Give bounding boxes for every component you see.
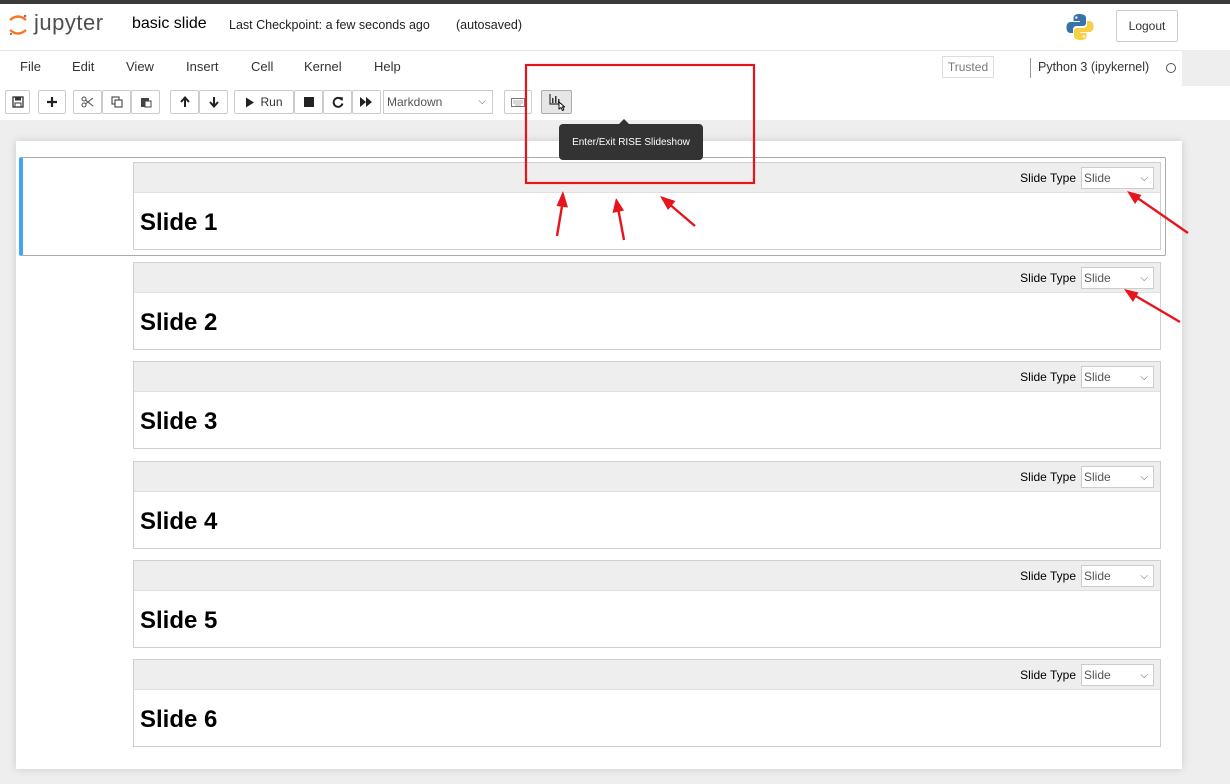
slide-type-select[interactable]: Slide ⌵	[1081, 664, 1154, 686]
cell-heading: Slide 3	[140, 408, 218, 435]
move-up-button[interactable]	[170, 90, 199, 114]
menu-help[interactable]: Help	[374, 59, 401, 74]
slide-type-label: Slide Type	[1020, 668, 1076, 682]
bar-chart-icon	[548, 94, 565, 111]
slide-type-label: Slide Type	[1020, 569, 1076, 583]
scissors-icon	[81, 96, 94, 108]
run-label: Run	[260, 95, 283, 109]
paste-button[interactable]	[131, 90, 160, 114]
chevron-down-icon: ⌵	[478, 96, 486, 107]
cell-type-value: Markdown	[387, 95, 443, 109]
command-palette-button[interactable]	[504, 90, 532, 114]
menu-kernel[interactable]: Kernel	[304, 59, 342, 74]
notebook-name[interactable]: basic slide	[132, 15, 207, 33]
slide-type-select[interactable]: Slide ⌵	[1081, 565, 1154, 587]
header: jupyter basic slide Last Checkpoint: a f…	[0, 4, 1230, 50]
run-button[interactable]: Run	[234, 90, 294, 114]
menu-view[interactable]: View	[126, 59, 154, 74]
slide-type-label: Slide Type	[1020, 470, 1076, 484]
arrow-up-icon	[179, 96, 190, 107]
chevron-down-icon: ⌵	[1140, 273, 1148, 284]
chevron-down-icon: ⌵	[1140, 472, 1148, 483]
menu-cell[interactable]: Cell	[251, 59, 273, 74]
toolbar: Run Markdown ⌵	[0, 86, 1230, 120]
slide-type-value: Slide	[1084, 470, 1111, 484]
cell-toolbar: Slide Type Slide ⌵	[134, 660, 1160, 690]
slide-type-label: Slide Type	[1020, 271, 1076, 285]
cell-heading: Slide 1	[140, 209, 218, 236]
slide-type-select[interactable]: Slide ⌵	[1081, 167, 1154, 189]
cell-heading: Slide 2	[140, 309, 218, 336]
slide-type-select[interactable]: Slide ⌵	[1081, 267, 1154, 289]
cell-toolbar: Slide Type Slide ⌵	[134, 561, 1160, 591]
menu-file[interactable]: File	[20, 59, 41, 74]
cell-toolbar: Slide Type Slide ⌵	[134, 362, 1160, 392]
slide-type-value: Slide	[1084, 171, 1111, 185]
autosave-status: (autosaved)	[456, 18, 523, 32]
menu-insert[interactable]: Insert	[186, 59, 219, 74]
logout-button[interactable]: Logout	[1116, 10, 1178, 42]
chevron-down-icon: ⌵	[1140, 372, 1148, 383]
copy-button[interactable]	[102, 90, 131, 114]
markdown-cell[interactable]: Slide Type Slide ⌵ Slide 5	[133, 560, 1161, 648]
cell-toolbar: Slide Type Slide ⌵	[134, 462, 1160, 492]
markdown-cell[interactable]: Slide Type Slide ⌵ Slide 6	[133, 659, 1161, 747]
save-icon	[11, 96, 24, 108]
stop-icon	[303, 97, 314, 107]
chevron-down-icon: ⌵	[1140, 670, 1148, 681]
trusted-indicator[interactable]: Trusted	[942, 56, 994, 78]
python-logo-icon	[1065, 12, 1095, 42]
slide-type-label: Slide Type	[1020, 171, 1076, 185]
menu-edit[interactable]: Edit	[72, 59, 94, 74]
cell-type-select[interactable]: Markdown ⌵	[383, 90, 493, 114]
cell-heading: Slide 5	[140, 607, 218, 634]
play-icon	[246, 97, 255, 107]
cell-toolbar: Slide Type Slide ⌵	[134, 263, 1160, 293]
restart-button[interactable]	[323, 90, 352, 114]
markdown-cell[interactable]: Slide Type Slide ⌵ Slide 4	[133, 461, 1161, 549]
menubar: File Edit View Insert Cell Kernel Help T…	[0, 50, 1182, 86]
slide-type-select[interactable]: Slide ⌵	[1081, 466, 1154, 488]
jupyter-logo[interactable]: jupyter	[8, 10, 104, 38]
cell-heading: Slide 4	[140, 508, 218, 535]
markdown-cell[interactable]: Slide Type Slide ⌵ Slide 1	[133, 162, 1161, 250]
markdown-cell[interactable]: Slide Type Slide ⌵ Slide 3	[133, 361, 1161, 449]
cell-heading: Slide 6	[140, 706, 218, 733]
slide-type-value: Slide	[1084, 569, 1111, 583]
plus-icon	[47, 97, 57, 107]
save-button[interactable]	[5, 90, 30, 114]
checkpoint-status: Last Checkpoint: a few seconds ago	[229, 18, 430, 32]
markdown-cell[interactable]: Slide Type Slide ⌵ Slide 2	[133, 262, 1161, 350]
slide-type-value: Slide	[1084, 668, 1111, 682]
slide-type-label: Slide Type	[1020, 370, 1076, 384]
fast-forward-icon	[360, 97, 372, 107]
kernel-name[interactable]: Python 3 (ipykernel)	[1030, 58, 1149, 78]
cut-button[interactable]	[73, 90, 102, 114]
logo-text: jupyter	[34, 10, 104, 35]
slide-type-select[interactable]: Slide ⌵	[1081, 366, 1154, 388]
interrupt-button[interactable]	[294, 90, 323, 114]
slide-type-value: Slide	[1084, 271, 1111, 285]
cell-toolbar: Slide Type Slide ⌵	[134, 163, 1160, 193]
restart-icon	[332, 96, 343, 108]
insert-cell-button[interactable]	[38, 90, 66, 114]
rise-slideshow-button[interactable]	[541, 90, 572, 114]
restart-run-all-button[interactable]	[352, 90, 381, 114]
slide-type-value: Slide	[1084, 370, 1111, 384]
chevron-down-icon: ⌵	[1140, 571, 1148, 582]
paste-icon	[140, 98, 151, 108]
copy-icon	[110, 96, 123, 108]
arrow-down-icon	[208, 97, 219, 108]
jupyter-logo-icon	[8, 13, 28, 37]
kernel-idle-icon	[1166, 63, 1176, 73]
chevron-down-icon: ⌵	[1140, 173, 1148, 184]
rise-tooltip: Enter/Exit RISE Slideshow	[559, 119, 703, 160]
move-down-button[interactable]	[199, 90, 228, 114]
keyboard-icon	[511, 97, 525, 107]
